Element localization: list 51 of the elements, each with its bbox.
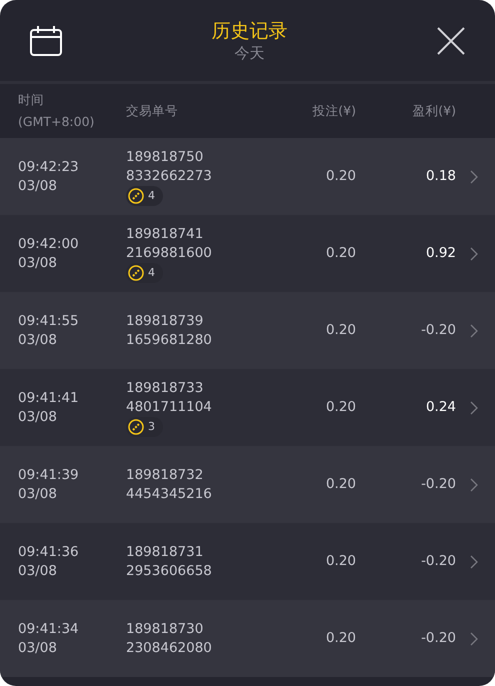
order-number: 1659681280: [126, 330, 213, 350]
column-header: 盈利(¥): [411, 102, 456, 120]
window-title: 历史记录: [212, 19, 288, 44]
date-subtitle: 今天: [234, 44, 264, 63]
trade-time: 09:41:34: [18, 620, 80, 638]
count-badge: 4: [126, 186, 163, 206]
trade-date: 03/08: [18, 562, 58, 580]
bet-amount: 0.20: [324, 398, 356, 417]
trade-time: 09:42:23: [18, 158, 80, 176]
order-number: 189818731: [126, 542, 204, 562]
trade-date: 03/08: [18, 484, 58, 504]
order-number: 189818741: [126, 224, 204, 244]
order-number: 189818730: [126, 620, 204, 638]
bet-amount: 0.20: [324, 552, 356, 571]
trade-time: 09:42:00: [18, 234, 80, 254]
profit-amount: -0.20: [420, 321, 456, 340]
bet-amount: 0.20: [324, 244, 356, 263]
trade-date: 03/08: [18, 408, 58, 426]
order-number: 189818739: [126, 312, 204, 330]
order-number: 8332662273: [126, 166, 213, 186]
trade-time: 09:41:41: [18, 388, 80, 408]
column-header: 投注(¥): [311, 102, 356, 120]
order-number: 189818750: [126, 148, 204, 166]
trade-time: 09:41:36: [18, 542, 80, 562]
bet-amount: 0.20: [324, 629, 356, 648]
order-number: 4801711104: [126, 398, 213, 416]
trade-time: 09:41:55: [18, 312, 80, 330]
order-number: 2308462080: [126, 638, 213, 658]
order-number: 189818732: [126, 466, 204, 484]
trade-time: 09:41:39: [18, 466, 80, 484]
count-badge: 4: [126, 262, 163, 282]
profit-amount: 0.18: [424, 167, 456, 186]
order-number: 2953606658: [126, 562, 213, 580]
order-number: 2169881600: [126, 244, 213, 262]
bet-amount: 0.20: [324, 167, 356, 186]
trade-date: 03/08: [18, 330, 58, 350]
profit-amount: -0.20: [420, 552, 456, 571]
profit-amount: 0.92: [424, 244, 456, 263]
profit-amount: -0.20: [420, 475, 456, 494]
order-number: 4454345216: [126, 484, 213, 504]
profit-amount: -0.20: [420, 629, 456, 648]
profit-amount: 0.24: [424, 398, 456, 417]
bet-amount: 0.20: [324, 475, 356, 494]
trade-date: 03/08: [18, 638, 58, 658]
column-header: 交易单号: [126, 102, 179, 120]
bet-amount: 0.20: [324, 321, 356, 340]
count-badge: 3: [126, 416, 163, 436]
trade-date: 03/08: [18, 254, 58, 272]
order-number: 189818733: [126, 378, 204, 398]
trade-date: 03/08: [18, 176, 58, 196]
column-header: 时间 (GMT+8:00): [18, 91, 96, 131]
